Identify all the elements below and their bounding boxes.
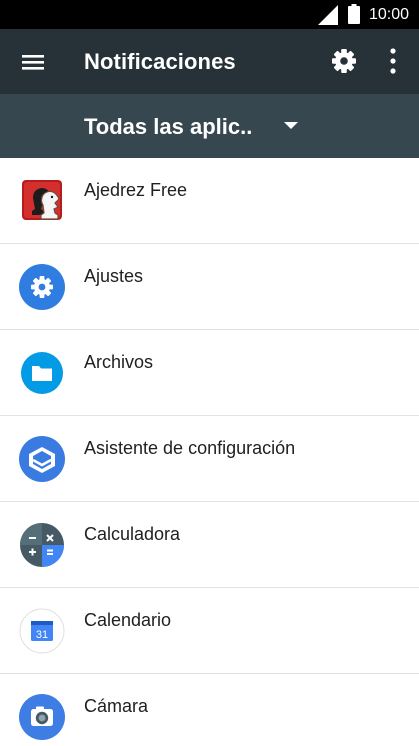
app-bar: Notificaciones xyxy=(0,29,419,94)
chess-icon xyxy=(22,180,62,220)
app-label: Ajedrez Free xyxy=(84,180,188,200)
page-title: Notificaciones xyxy=(84,49,236,74)
settings-app-icon xyxy=(19,264,65,310)
app-label: Calendario xyxy=(84,610,172,630)
list-item-calendario[interactable]: 31 Calendario xyxy=(0,588,419,674)
list-item-archivos[interactable]: Archivos xyxy=(0,330,419,416)
app-label: Calculadora xyxy=(84,524,181,544)
settings-gear-icon[interactable] xyxy=(330,47,358,75)
list-item-camara[interactable]: Cámara xyxy=(0,674,419,746)
calculator-icon xyxy=(20,523,64,567)
filter-bar: Todas las aplic.. xyxy=(0,94,419,158)
dropdown-arrow-icon xyxy=(284,122,298,129)
calendar-icon: 31 xyxy=(19,608,65,654)
clock: 10:00 xyxy=(369,6,410,23)
app-filter-label: Todas las aplic.. xyxy=(84,114,253,139)
status-bar: 10:00 xyxy=(0,0,419,29)
list-item-calculadora[interactable]: Calculadora xyxy=(0,502,419,588)
files-icon xyxy=(21,352,63,394)
app-filter-dropdown[interactable]: Todas las aplic.. xyxy=(84,110,314,144)
app-label: Asistente de configuración xyxy=(84,438,296,458)
list-item-ajedrez-free[interactable]: Ajedrez Free xyxy=(0,158,419,244)
list-item-asistente[interactable]: Asistente de configuración xyxy=(0,416,419,502)
calendar-day-number: 31 xyxy=(36,629,48,641)
menu-icon[interactable] xyxy=(20,50,46,74)
app-label: Ajustes xyxy=(84,266,144,286)
setup-wizard-icon xyxy=(19,436,65,482)
app-label: Cámara xyxy=(84,696,149,716)
battery-icon xyxy=(348,4,360,24)
app-label: Archivos xyxy=(84,352,154,372)
signal-icon xyxy=(318,5,338,25)
more-vert-icon[interactable] xyxy=(382,46,404,76)
camera-icon xyxy=(19,694,65,740)
list-item-ajustes[interactable]: Ajustes xyxy=(0,244,419,330)
app-list: Ajedrez Free Ajustes Archivos Asistente … xyxy=(0,158,419,746)
